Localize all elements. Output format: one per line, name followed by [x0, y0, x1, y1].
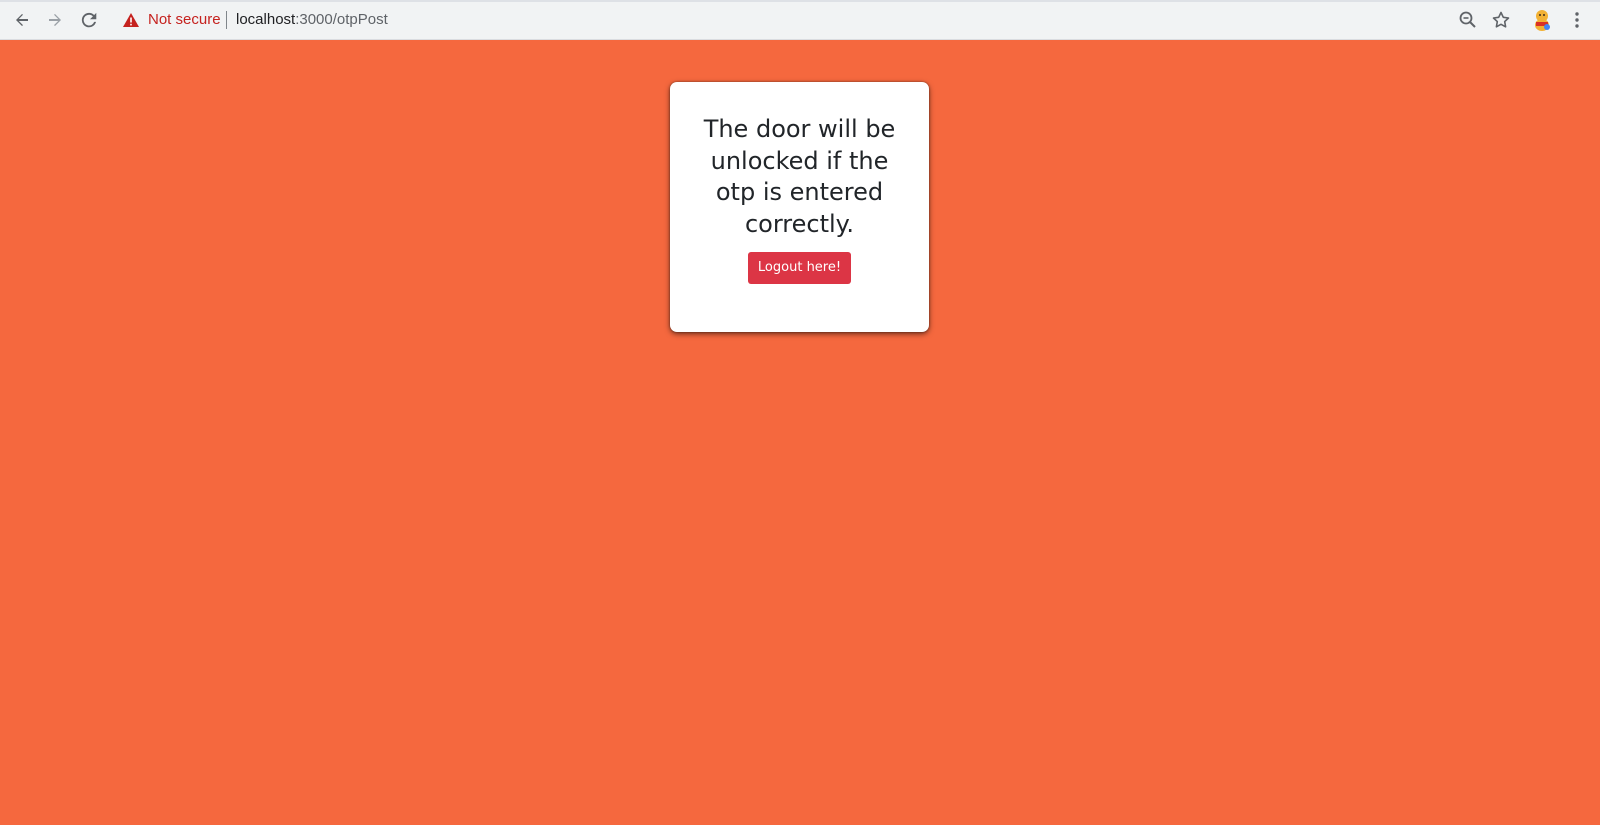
url-path: :3000/otpPost — [295, 11, 388, 28]
zoom-out-icon — [1459, 11, 1476, 28]
menu-button[interactable] — [1565, 8, 1589, 32]
extension-avatar-icon — [1535, 10, 1550, 31]
page-content: The door will be unlocked if the otp is … — [0, 40, 1600, 825]
url-text[interactable]: localhost:3000/otpPost — [236, 11, 388, 29]
tab-strip-edge — [0, 0, 1600, 2]
security-status[interactable]: Not secure — [148, 11, 221, 29]
extension-button[interactable] — [1530, 8, 1554, 32]
forward-arrow-icon — [49, 14, 61, 26]
warning-triangle-icon — [123, 13, 139, 27]
divider — [226, 11, 227, 29]
star-icon — [1492, 11, 1510, 28]
unlock-message: The door will be unlocked if the otp is … — [703, 115, 896, 238]
url-host: localhost — [236, 11, 296, 28]
browser-toolbar: Not secure localhost:3000/otpPost — [0, 0, 1600, 40]
reload-icon — [81, 12, 97, 28]
bookmark-button[interactable] — [1489, 8, 1513, 32]
back-button[interactable] — [8, 6, 36, 34]
forward-button[interactable] — [41, 6, 69, 34]
message-card: The door will be unlocked if the otp is … — [670, 82, 929, 332]
address-bar[interactable]: Not secure localhost:3000/otpPost — [113, 6, 1518, 34]
zoom-button[interactable] — [1456, 8, 1480, 32]
reload-button[interactable] — [75, 6, 103, 34]
kebab-menu-icon — [1575, 12, 1579, 28]
logout-button[interactable]: Logout here! — [747, 252, 852, 284]
back-arrow-icon — [16, 14, 28, 26]
